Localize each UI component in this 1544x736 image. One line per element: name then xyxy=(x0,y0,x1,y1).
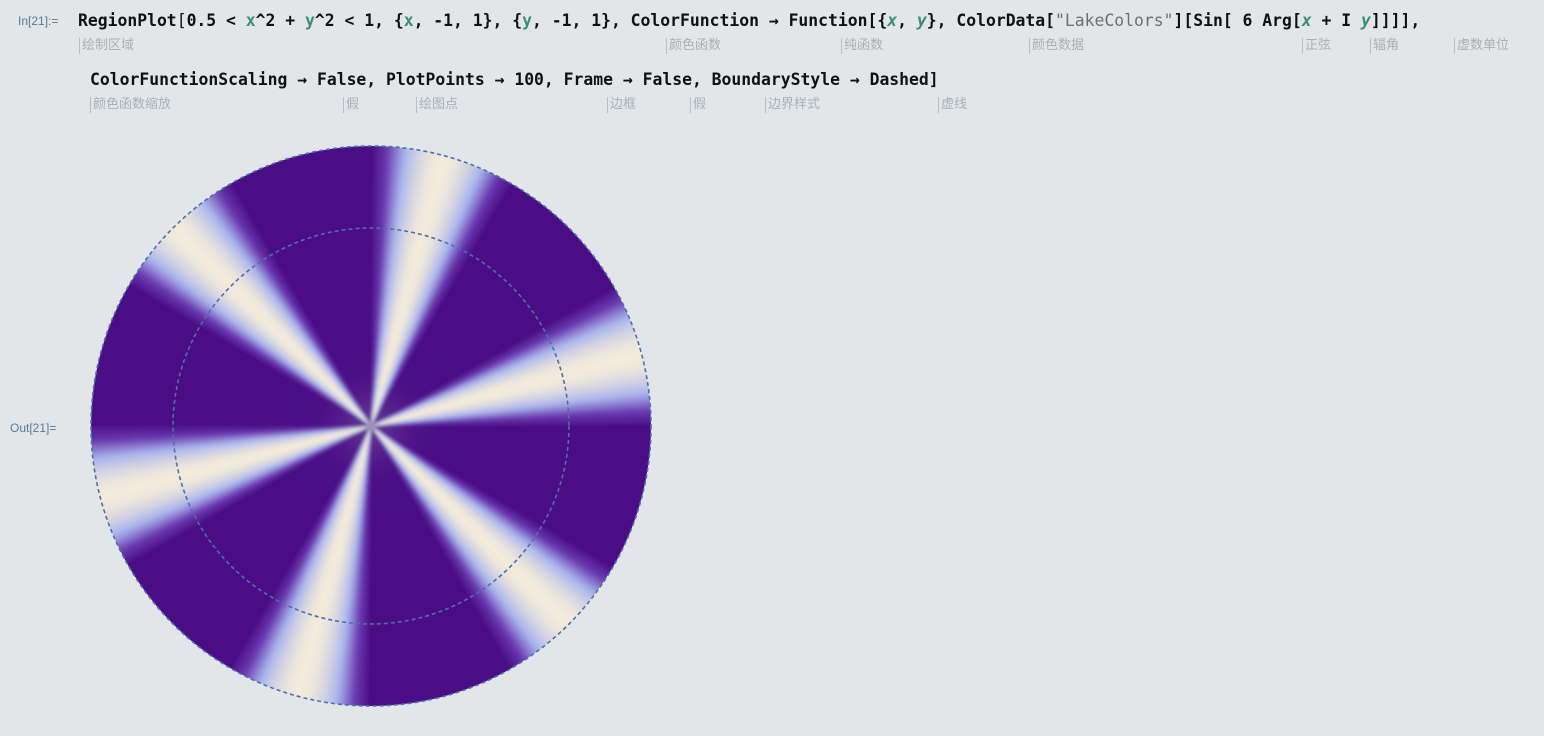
hint-frame: 边框 xyxy=(607,97,636,113)
code-line-1-token: , -1, 1}, { xyxy=(413,11,523,30)
code-line-1-token: x xyxy=(245,11,256,30)
code-line-1-token: [ xyxy=(176,11,187,30)
code-line-1-token: y xyxy=(522,11,532,30)
hint-colorfunction: 颜色函数 xyxy=(666,38,721,54)
code-line-1-token: ][Sin[ 6 Arg[ xyxy=(1173,11,1302,30)
code-line-1-token: y xyxy=(916,11,927,30)
code-line-1-token: ^2 < 1, { xyxy=(314,11,404,30)
hint-colorfunctionscaling: 颜色函数缩放 xyxy=(90,97,171,113)
hint-false-1: 假 xyxy=(343,97,359,113)
code-line-1-token: ^2 + xyxy=(255,11,305,30)
code-line-1-token: x xyxy=(1301,11,1312,30)
code-line-1-token: y xyxy=(1360,11,1371,30)
hint-arg: 辐角 xyxy=(1370,38,1399,54)
hint-regionplot: 绘制区域 xyxy=(79,38,134,54)
code-line-1-token: y xyxy=(305,11,315,30)
code-line-1-token: x xyxy=(403,11,414,30)
hint-imaginary-unit: 虚数单位 xyxy=(1454,38,1509,54)
code-line-1-token: "LakeColors" xyxy=(1055,11,1174,30)
hint-plotpoints: 绘图点 xyxy=(416,97,458,113)
hint-boundarystyle: 边界样式 xyxy=(765,97,820,113)
code-line-2[interactable]: ColorFunctionScaling → False, PlotPoints… xyxy=(90,69,939,91)
code-line-1-token: 0.5 < xyxy=(186,11,246,30)
hint-function: 纯函数 xyxy=(841,38,883,54)
input-cell-label: In[21]:= xyxy=(18,14,59,28)
hint-dashed: 虚线 xyxy=(938,97,967,113)
code-line-1-token: + I xyxy=(1311,11,1361,30)
hint-false-2: 假 xyxy=(690,97,706,113)
region-plot-graphic[interactable] xyxy=(88,143,654,709)
code-line-2-token: ColorFunctionScaling → False, PlotPoints… xyxy=(90,70,939,89)
code-line-1-token: , -1, 1}, ColorFunction → Function[{ xyxy=(532,11,888,30)
code-line-1-token: }, ColorData[ xyxy=(926,11,1056,30)
hint-colordata: 颜色数据 xyxy=(1029,38,1084,54)
code-line-1-token: x xyxy=(887,11,898,30)
hint-sin: 正弦 xyxy=(1302,38,1331,54)
code-line-1[interactable]: RegionPlot[0.5 < x^2 + y^2 < 1, {x, -1, … xyxy=(78,10,1420,32)
output-cell-label: Out[21]= xyxy=(10,421,57,435)
code-line-1-token: ]]]], xyxy=(1370,11,1421,30)
code-line-1-token: RegionPlot xyxy=(78,11,177,30)
code-line-1-token: , xyxy=(897,11,917,30)
